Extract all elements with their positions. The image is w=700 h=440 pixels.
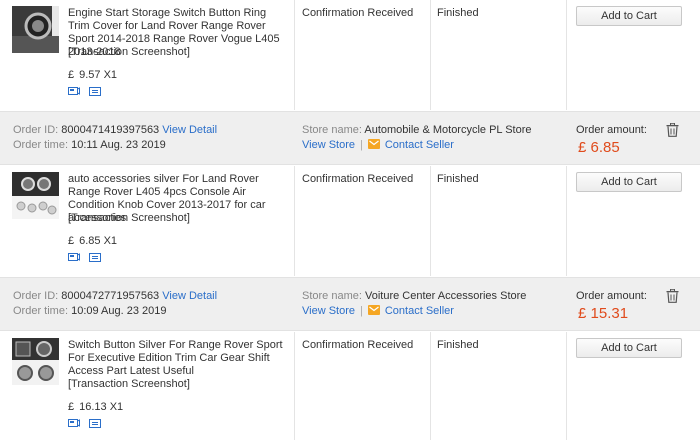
price-value: 16.13 X1 <box>79 401 124 413</box>
invoice-icon[interactable] <box>89 86 102 96</box>
price-value: 6.85 X1 <box>79 235 118 247</box>
column-divider <box>294 166 295 276</box>
separator: | <box>360 139 363 151</box>
transaction-screenshot-link[interactable]: [Transaction Screenshot] <box>68 212 190 224</box>
order-time-label: Order time: <box>13 305 69 317</box>
column-divider <box>566 166 567 276</box>
order-time-label: Order time: <box>13 139 69 151</box>
order-header: Order ID: 8000471419397563 View Detail O… <box>0 111 700 165</box>
snapshot-icon[interactable] <box>68 252 80 262</box>
trash-icon[interactable] <box>666 123 679 137</box>
order-id-label: Order ID: <box>13 124 59 136</box>
item-price: £9.57 X1 <box>68 69 117 81</box>
order-time: 10:11 Aug. 23 2019 <box>71 139 166 151</box>
invoice-icon[interactable] <box>89 252 102 262</box>
view-detail-link[interactable]: View Detail <box>162 124 217 136</box>
product-thumbnail[interactable] <box>12 338 59 385</box>
order-header: Order ID: 8000472771957563 View Detail O… <box>0 277 700 331</box>
column-divider <box>566 0 567 110</box>
order-status: Confirmation Received <box>302 7 414 19</box>
chat-icon[interactable] <box>367 305 380 315</box>
order-amount-label: Order amount: <box>576 124 647 136</box>
item-price: £16.13 X1 <box>68 401 123 413</box>
order-item-row: Engine Start Storage Switch Button Ring … <box>0 0 700 110</box>
item-action-icons <box>68 252 107 264</box>
order-time-line: Order time: 10:09 Aug. 23 2019 <box>13 305 167 317</box>
currency-symbol: £ <box>68 69 75 81</box>
snapshot-icon[interactable] <box>68 418 80 428</box>
item-price: £6.85 X1 <box>68 235 117 247</box>
order-amount: £ 6.85 <box>578 139 620 156</box>
store-name-line: Store name: Voiture Center Accessories S… <box>302 290 526 302</box>
order-id: 8000472771957563 <box>61 290 160 302</box>
order-amount-label: Order amount: <box>576 290 647 302</box>
order-id-label: Order ID: <box>13 290 59 302</box>
contact-seller-link[interactable]: Contact Seller <box>385 305 454 317</box>
chat-icon[interactable] <box>367 139 380 149</box>
view-store-link[interactable]: View Store <box>302 139 355 151</box>
order-status: Confirmation Received <box>302 339 414 351</box>
transaction-screenshot-link[interactable]: [Transaction Screenshot] <box>68 378 190 390</box>
currency-symbol: £ <box>68 401 75 413</box>
order-time: 10:09 Aug. 23 2019 <box>71 305 167 317</box>
order-time-line: Order time: 10:11 Aug. 23 2019 <box>13 139 166 151</box>
column-divider <box>294 332 295 440</box>
store-name[interactable]: Automobile & Motorcycle PL Store <box>364 124 531 136</box>
store-actions: View Store | Contact Seller <box>302 139 454 151</box>
view-detail-link[interactable]: View Detail <box>162 290 217 302</box>
trash-icon[interactable] <box>666 289 679 303</box>
view-store-link[interactable]: View Store <box>302 305 355 317</box>
column-divider <box>294 0 295 110</box>
price-value: 9.57 X1 <box>79 69 118 81</box>
order-id-line: Order ID: 8000472771957563 View Detail <box>13 290 217 302</box>
store-name[interactable]: Voiture Center Accessories Store <box>365 290 526 302</box>
column-divider <box>430 332 431 440</box>
order-amount: £ 15.31 <box>578 305 629 322</box>
order-item-row: Switch Button Silver For Range Rover Spo… <box>0 332 700 440</box>
contact-seller-link[interactable]: Contact Seller <box>385 139 454 151</box>
invoice-icon[interactable] <box>89 418 102 428</box>
order-status: Confirmation Received <box>302 173 414 185</box>
product-thumbnail[interactable] <box>12 172 59 219</box>
item-action-icons <box>68 418 107 430</box>
store-actions: View Store | Contact Seller <box>302 305 454 317</box>
add-to-cart-button[interactable]: Add to Cart <box>576 338 682 358</box>
order-id-line: Order ID: 8000471419397563 View Detail <box>13 124 217 136</box>
order-item-row: auto accessories silver For Land Rover R… <box>0 166 700 276</box>
product-title[interactable]: Switch Button Silver For Range Rover Spo… <box>68 339 290 378</box>
product-thumbnail[interactable] <box>12 6 59 53</box>
currency-symbol: £ <box>68 235 75 247</box>
add-to-cart-button[interactable]: Add to Cart <box>576 6 682 26</box>
trade-status: Finished <box>437 7 479 19</box>
column-divider <box>430 166 431 276</box>
store-name-label: Store name: <box>302 290 362 302</box>
separator: | <box>360 305 363 317</box>
order-id: 8000471419397563 <box>61 124 160 136</box>
transaction-screenshot-link[interactable]: [Transaction Screenshot] <box>68 46 190 58</box>
store-name-line: Store name: Automobile & Motorcycle PL S… <box>302 124 532 136</box>
trade-status: Finished <box>437 173 479 185</box>
column-divider <box>566 332 567 440</box>
snapshot-icon[interactable] <box>68 86 80 96</box>
store-name-label: Store name: <box>302 124 362 136</box>
add-to-cart-button[interactable]: Add to Cart <box>576 172 682 192</box>
trade-status: Finished <box>437 339 479 351</box>
column-divider <box>430 0 431 110</box>
item-action-icons <box>68 86 107 98</box>
